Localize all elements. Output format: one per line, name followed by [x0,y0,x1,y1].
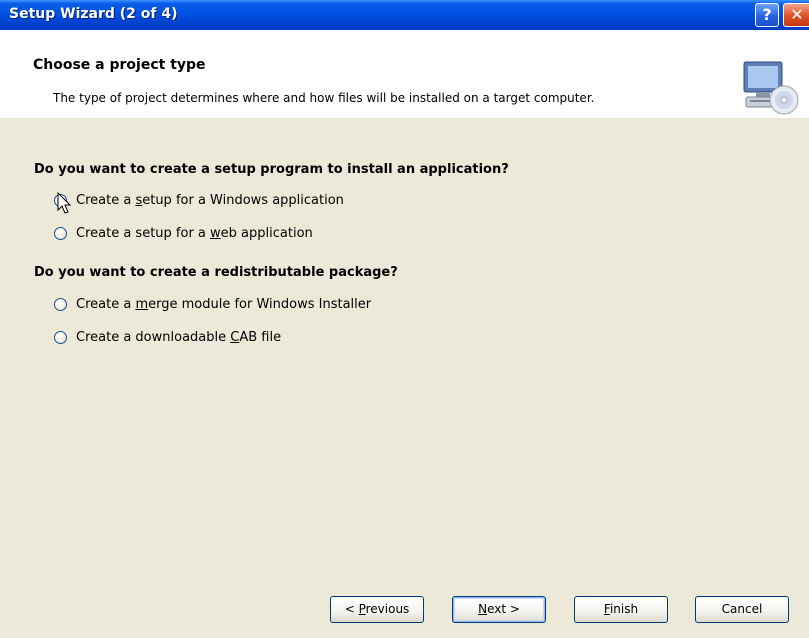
radio-merge-module[interactable] [54,297,67,311]
header-divider [0,117,809,118]
option-cab-file[interactable]: Create a downloadable CAB file [54,327,281,347]
option-merge-module-label: Create a merge module for Windows Instal… [76,296,372,312]
question-redistributable-package: Do you want to create a redistributable … [34,265,398,280]
option-windows-application-label: Create a setup for a Windows application [76,192,344,208]
previous-button[interactable]: < Previous [330,596,424,623]
option-cab-file-label: Create a downloadable CAB file [76,329,282,345]
help-button[interactable]: ? [755,3,779,27]
monitor-cd-icon [743,61,799,115]
radio-web-application[interactable] [54,226,67,240]
setup-wizard-window: Setup Wizard (2 of 4) ? ✕ Choose a proje… [0,0,809,638]
title-bar[interactable]: Setup Wizard (2 of 4) ? ✕ [0,0,809,30]
option-web-application[interactable]: Create a setup for a web application [54,223,313,243]
cancel-button[interactable]: Cancel [695,596,789,623]
close-button[interactable]: ✕ [783,3,809,27]
question-install-application: Do you want to create a setup program to… [34,162,509,177]
page-title: Choose a project type [33,57,206,73]
wizard-header: Choose a project type The type of projec… [0,30,809,118]
page-description: The type of project determines where and… [53,91,595,105]
option-windows-application[interactable]: Create a setup for a Windows application [54,190,344,210]
finish-button[interactable]: Finish [574,596,668,623]
mouse-cursor-icon [57,192,72,214]
window-title: Setup Wizard (2 of 4) [9,6,178,22]
next-button[interactable]: Next > [452,596,546,623]
option-merge-module[interactable]: Create a merge module for Windows Instal… [54,294,371,314]
radio-cab-file[interactable] [54,330,67,344]
option-web-application-label: Create a setup for a web application [76,225,313,241]
